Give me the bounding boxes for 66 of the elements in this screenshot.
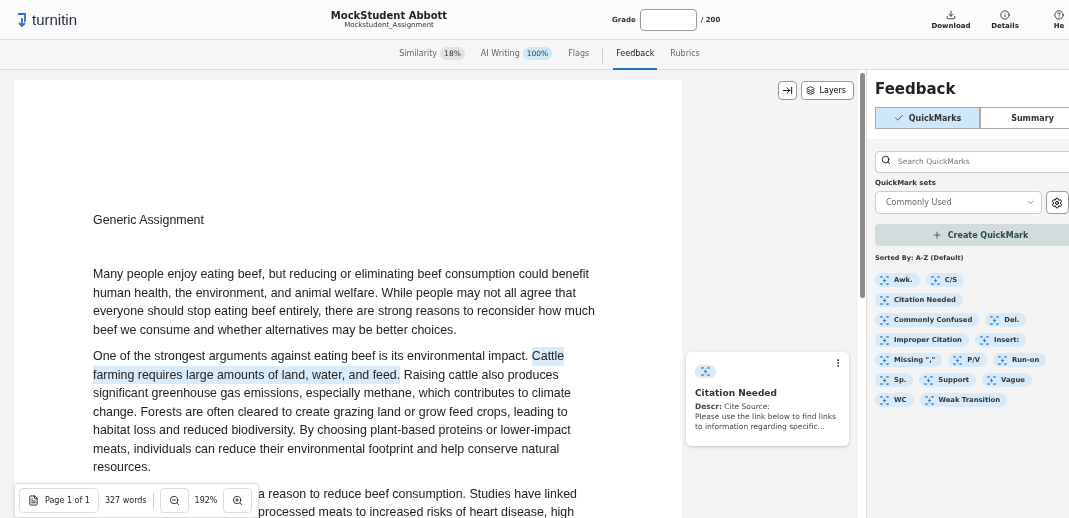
set-dropdown[interactable]: Commonly Used	[875, 191, 1042, 214]
quickmark-icon	[979, 335, 989, 345]
segment-tab[interactable]: Summary	[980, 107, 1069, 129]
document-text: habitat loss and reduced biodiversity. By choosing plant-based proteins or lower-impact	[93, 422, 571, 439]
layers-button[interactable]: Layers	[800, 81, 854, 100]
quickmark-icon	[953, 355, 963, 365]
logo-icon	[16, 12, 28, 27]
document-text: change. Forests are often cleared to create grazing land or grow feed crops, leading to	[93, 403, 568, 421]
document-text: Many people enjoy eating beef, but reducing or eliminating beef consumption could benefit	[93, 266, 589, 283]
segment-tab[interactable]: QuickMarks	[875, 107, 980, 129]
quickmark-icon	[930, 275, 940, 285]
zoom-in-button[interactable]	[223, 488, 253, 513]
plus-icon	[931, 230, 942, 240]
zoom-in-icon	[232, 495, 244, 506]
quickmark-icon	[924, 375, 934, 385]
document-text: Raising cattle also produces	[403, 366, 559, 384]
student-name: MockStudent Abbott	[330, 10, 448, 21]
view-tab[interactable]: Flags	[565, 39, 593, 70]
grade-field[interactable]	[639, 8, 697, 31]
settings-icon	[1051, 196, 1064, 209]
quickmark-icon	[998, 355, 1007, 365]
quickmark-icon	[880, 315, 889, 325]
collapse-button[interactable]	[777, 81, 797, 100]
create-quickmark-button[interactable]: Create QuickMark	[875, 224, 1069, 246]
document-text: human health, the environment, and animal welfare. While people may not all agree that	[93, 284, 576, 302]
highlighted-text: farming requires large amounts of land, water, and feed.	[93, 365, 401, 384]
quickmark-icon	[880, 335, 889, 345]
document-text: everyone should stop eating beef entirely, there are strong reasons to reconsider how much	[93, 303, 595, 320]
help-icon	[1054, 9, 1064, 20]
caret-icon	[1026, 198, 1035, 207]
page-button[interactable]: Page 1 of 1	[19, 488, 99, 513]
check-icon	[893, 113, 904, 123]
page-icon	[28, 495, 39, 506]
zoom-out-button[interactable]	[159, 488, 189, 513]
document-text: significant greenhouse gas emissions, especially methane, which contributes to climate	[93, 385, 571, 402]
word-count: 327 words	[104, 496, 147, 505]
document-title: Generic Assignment	[93, 213, 205, 227]
quickmark-icon	[880, 275, 889, 285]
logo-text: turnitin	[32, 11, 78, 28]
quickmark-icon	[990, 315, 1000, 325]
view-tab[interactable]: Rubrics	[667, 39, 703, 70]
panel-title: Feedback	[875, 80, 957, 98]
settings-button[interactable]	[1046, 191, 1069, 214]
document-text: beef we consume and whether alternatives may be better choices.	[93, 321, 457, 339]
comment-title: Citation Needed	[695, 388, 778, 398]
quickmark-icon	[880, 375, 889, 385]
quickmark-icon	[880, 295, 889, 305]
quickmark-icon	[701, 367, 710, 376]
quickmark-icon	[924, 395, 934, 405]
download-icon	[946, 9, 956, 20]
document-text: meats, individuals can reduce their environmental footprint and help conserve natural	[93, 440, 560, 458]
quickmark-icon	[987, 375, 997, 385]
document-text: One of the strongest arguments against eating beef is its environmental impact.	[93, 348, 529, 365]
highlighted-text: Cattle	[531, 347, 565, 366]
layers-icon	[805, 86, 815, 95]
info-icon	[1000, 9, 1010, 20]
zoom-out-icon	[168, 495, 180, 506]
scrollbar-thumb[interactable]	[859, 73, 865, 298]
search-icon	[881, 155, 891, 165]
arrow-to-line-icon	[781, 85, 793, 96]
document-text: resources.	[93, 459, 151, 476]
quickmark-icon	[880, 395, 889, 405]
quickmark-icon	[880, 355, 889, 365]
document-text: a reason to reduce beef consumption. Studies have linked	[258, 485, 577, 503]
document-text: processed meats to increased risks of heart disease, high	[258, 504, 575, 518]
zoom-level: 192%	[194, 496, 218, 505]
